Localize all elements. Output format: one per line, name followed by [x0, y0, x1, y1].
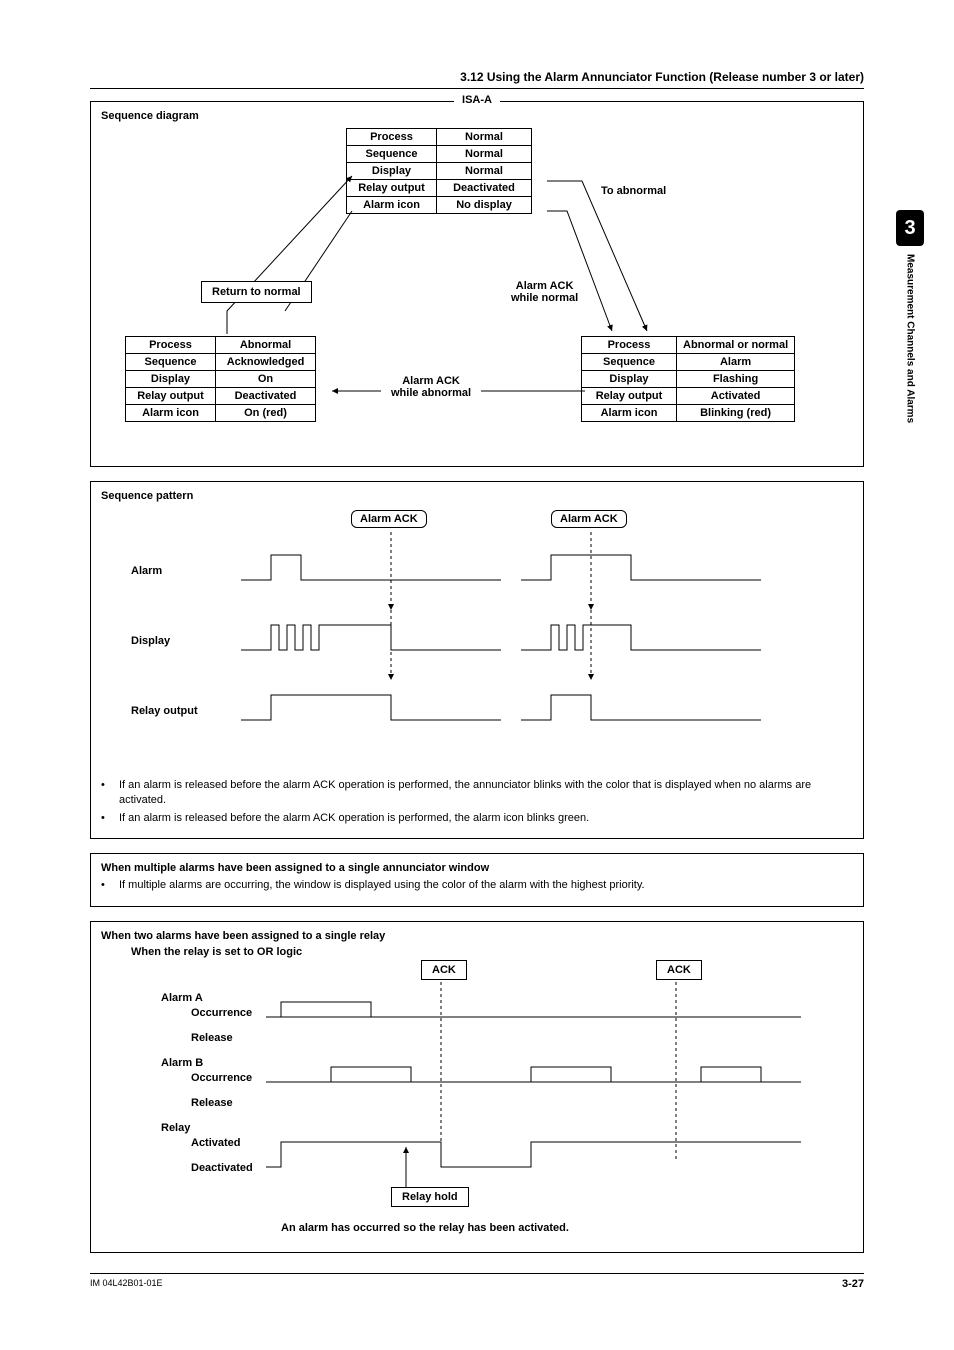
- state-abnormal-table: ProcessAbnormal SequenceAcknowledged Dis…: [125, 336, 316, 422]
- state-normal-table: ProcessNormal SequenceNormal DisplayNorm…: [346, 128, 532, 214]
- doc-id: IM 04L42B01-01E: [90, 1278, 163, 1290]
- return-to-normal-label: Return to normal: [201, 281, 312, 303]
- page-header: 3.12 Using the Alarm Annunciator Functio…: [90, 70, 864, 89]
- chapter-title: Measurement Channels and Alarms: [905, 254, 916, 423]
- isa-container: ISA-A Sequence diagram Pro: [90, 101, 864, 467]
- bullet-2: If an alarm is released before the alarm…: [119, 811, 589, 826]
- sequence-diagram: ProcessNormal SequenceNormal DisplayNorm…: [101, 126, 853, 456]
- isa-title: ISA-A: [454, 94, 500, 106]
- relay-heading: When two alarms have been assigned to a …: [101, 930, 853, 942]
- page-number: 3-27: [842, 1278, 864, 1290]
- chapter-number: 3: [896, 210, 924, 246]
- multi-window-box: When multiple alarms have been assigned …: [90, 853, 864, 906]
- relay-sub-heading: When the relay is set to OR logic: [131, 946, 853, 958]
- pattern-svg: [101, 510, 841, 740]
- multi-window-bullet: If multiple alarms are occurring, the wi…: [119, 878, 645, 893]
- multi-window-heading: When multiple alarms have been assigned …: [101, 862, 853, 874]
- ack-while-abnormal-label: Alarm ACK while abnormal: [381, 371, 481, 403]
- sequence-diagram-title: Sequence diagram: [101, 110, 853, 122]
- ack-while-normal-label: Alarm ACK while normal: [501, 276, 588, 308]
- sequence-pattern-title: Sequence pattern: [101, 490, 853, 502]
- state-alarm-table: ProcessAbnormal or normal SequenceAlarm …: [581, 336, 795, 422]
- bullet-1: If an alarm is released before the alarm…: [119, 778, 853, 809]
- sequence-pattern-box: Sequence pattern Alarm ACK Alarm ACK Ala…: [90, 481, 864, 839]
- sequence-pattern-diagram: Alarm ACK Alarm ACK Alarm Display Relay …: [101, 510, 853, 770]
- relay-diagram: ACK ACK Alarm A Occurrence Release Alarm…: [101, 962, 853, 1242]
- relay-svg: [101, 962, 841, 1242]
- page-footer: IM 04L42B01-01E 3-27: [90, 1273, 864, 1290]
- side-tab: 3 Measurement Channels and Alarms: [896, 210, 924, 423]
- pattern-notes: •If an alarm is released before the alar…: [101, 778, 853, 826]
- relay-box: When two alarms have been assigned to a …: [90, 921, 864, 1253]
- to-abnormal-label: To abnormal: [591, 181, 676, 201]
